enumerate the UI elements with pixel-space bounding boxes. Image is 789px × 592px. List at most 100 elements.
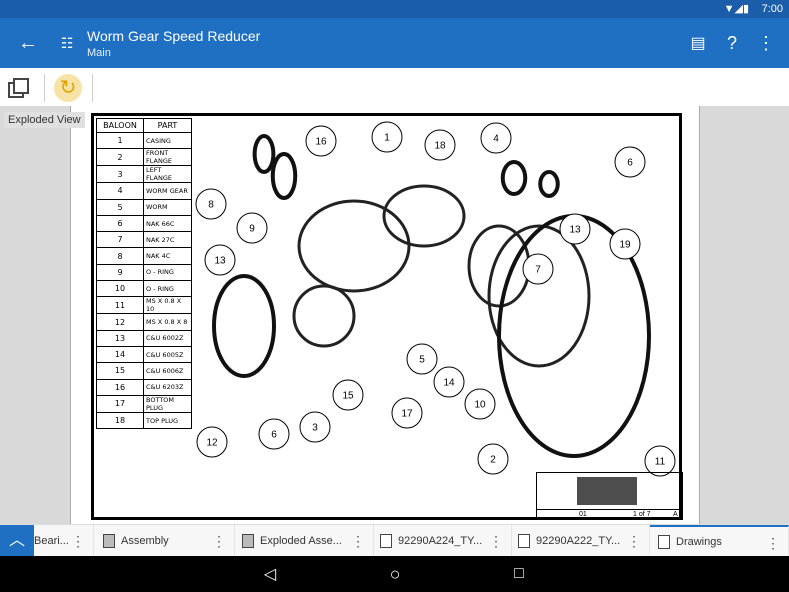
- tab-label: Drawings: [676, 536, 722, 548]
- home-icon[interactable]: ○: [383, 562, 407, 586]
- drawing-frame: BALOON PART 1 CASING 2 FRONT FLANGE 3 LEFT FLA…: [91, 113, 683, 520]
- revision: A: [673, 511, 678, 518]
- balloon: 19: [609, 228, 641, 260]
- sheets-icon[interactable]: [8, 76, 32, 100]
- part-outline: [270, 152, 298, 200]
- drawing-viewport[interactable]: BALOON PART 1 CASING 2 FRONT FLANGE 3 LEFT FLA…: [0, 106, 789, 524]
- tab-92290a222-ty-[interactable]: 92290A222_TY... ⋮: [510, 525, 650, 557]
- expand-tabs-button[interactable]: ︿: [0, 525, 34, 557]
- tab-label: 92290A224_TY...: [398, 535, 483, 547]
- document-tabs: ︿ Beari... ⋮ Assembly ⋮ Exploded Asse... ⋮ 922…: [0, 524, 789, 557]
- balloon-label: 13: [214, 256, 226, 267]
- tab-label: Exploded Asse...: [260, 535, 342, 547]
- sheet-number: 01: [579, 511, 587, 518]
- tab-menu-icon[interactable]: ⋮: [766, 535, 780, 552]
- tab-beari-[interactable]: Beari... ⋮: [34, 525, 94, 557]
- balloon: 13: [559, 213, 591, 245]
- part-outline: [467, 224, 531, 308]
- balloon-label: 10: [474, 400, 486, 411]
- configuration-icon[interactable]: ☷: [55, 31, 79, 55]
- balloon: 14: [433, 366, 465, 398]
- balloon: 3: [299, 411, 331, 443]
- balloon: 10: [464, 388, 496, 420]
- navigation-bar: ◁ ○ □: [0, 556, 789, 592]
- part-outline: [500, 160, 528, 196]
- balloon-label: 15: [342, 391, 354, 402]
- wifi-battery-icon: ▼◢▮: [723, 3, 749, 15]
- back-arrow-icon[interactable]: ←: [16, 31, 40, 55]
- part-icon: [380, 534, 392, 548]
- balloon-label: 5: [419, 355, 425, 366]
- balloon: 13: [204, 244, 236, 276]
- balloon-label: 18: [434, 141, 446, 152]
- part-outline: [252, 134, 276, 174]
- tab-label: Assembly: [121, 535, 169, 547]
- balloon-label: 17: [401, 409, 413, 420]
- balloon: 15: [332, 379, 364, 411]
- part-outline: [292, 284, 356, 348]
- drawing-toolbar: ↻: [0, 68, 789, 108]
- balloon-label: 6: [271, 430, 277, 441]
- balloon: 7: [522, 253, 554, 285]
- drawing-sheet: BALOON PART 1 CASING 2 FRONT FLANGE 3 LEFT FLA…: [70, 106, 700, 524]
- balloon-label: 16: [315, 137, 327, 148]
- balloon: 4: [480, 122, 512, 154]
- balloon: 6: [614, 146, 646, 178]
- balloon-label: 13: [569, 225, 581, 236]
- company-logo: [577, 477, 637, 505]
- tab-menu-icon[interactable]: ⋮: [212, 533, 226, 550]
- balloon-label: 12: [206, 438, 218, 449]
- tab-92290a224-ty-[interactable]: 92290A224_TY... ⋮: [372, 525, 512, 557]
- balloon-label: 1: [384, 133, 390, 144]
- exploded-view-drawing: 16 1 18 4 6 8 9 13 19 13 7 5 14 15 10 17 3 6 12 2 11: [195, 121, 676, 477]
- tab-menu-icon[interactable]: ⋮: [627, 533, 641, 550]
- configuration-name: Main: [87, 47, 111, 59]
- balloon: 17: [391, 397, 423, 429]
- balloon: 6: [258, 418, 290, 450]
- balloon-label: 14: [443, 378, 455, 389]
- tab-label: Beari...: [34, 535, 69, 547]
- balloon-label: 3: [312, 423, 318, 434]
- balloon: 5: [406, 343, 438, 375]
- tab-menu-icon[interactable]: ⋮: [351, 533, 365, 550]
- balloon: 12: [196, 426, 228, 458]
- balloon-label: 9: [249, 224, 255, 235]
- balloon-label: 2: [490, 455, 496, 466]
- exploded-view-icon[interactable]: ↻: [54, 74, 82, 102]
- balloon: 8: [195, 188, 227, 220]
- app-bar: ← ☷ Worm Gear Speed Reducer Main ▤ ? ⋮: [0, 18, 789, 68]
- clock: 7:00: [761, 3, 783, 15]
- drawing-icon: [658, 535, 670, 549]
- tab-label: 92290A222_TY...: [536, 535, 621, 547]
- balloon: 16: [305, 125, 337, 157]
- part-outline: [538, 170, 560, 198]
- balloon-label: 7: [535, 265, 541, 276]
- balloon: 2: [477, 443, 509, 475]
- balloon-label: 11: [655, 457, 666, 468]
- part-outline: [297, 199, 411, 293]
- tab-exploded-asse-[interactable]: Exploded Asse... ⋮: [234, 525, 374, 557]
- sheet-count: 1 of 7: [633, 511, 651, 518]
- back-icon[interactable]: ◁: [258, 562, 282, 586]
- balloon: 1: [371, 121, 403, 153]
- title-block: 01 1 of 7 A: [536, 472, 683, 520]
- overflow-menu-icon[interactable]: ⋮: [754, 31, 778, 55]
- status-bar: 7:00 ▼◢▮: [0, 0, 789, 18]
- balloon: 18: [424, 129, 456, 161]
- comment-icon[interactable]: ▤: [686, 31, 710, 55]
- tab-drawings[interactable]: Drawings ⋮: [650, 525, 789, 557]
- part-icon: [518, 534, 530, 548]
- help-icon[interactable]: ?: [720, 31, 744, 55]
- recents-icon[interactable]: □: [507, 562, 531, 586]
- balloon-label: 8: [208, 200, 214, 211]
- assembly-icon: [103, 534, 115, 548]
- balloon-label: 19: [619, 240, 631, 251]
- assembly-icon: [242, 534, 254, 548]
- balloon: 9: [236, 212, 268, 244]
- tab-menu-icon[interactable]: ⋮: [71, 533, 85, 550]
- document-title: Worm Gear Speed Reducer: [87, 28, 261, 44]
- tab-assembly[interactable]: Assembly ⋮: [95, 525, 235, 557]
- tab-menu-icon[interactable]: ⋮: [489, 533, 503, 550]
- part-outline: [212, 274, 276, 378]
- balloon-label: 6: [627, 158, 633, 169]
